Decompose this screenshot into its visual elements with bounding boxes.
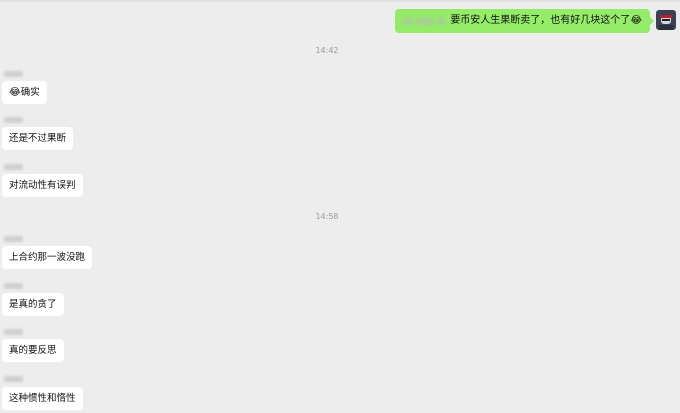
outgoing-message-row: 要币安人生果断卖了，也有好几块这个了 😂	[395, 9, 676, 33]
incoming-message-bubble[interactable]: 还是不过果断	[2, 127, 74, 150]
redacted-text	[437, 17, 446, 25]
incoming-message-bubble[interactable]: 真的要反思	[2, 339, 64, 362]
redacted-text	[416, 17, 435, 25]
incoming-message-text: 这种惯性和惰性	[9, 393, 76, 404]
sender-name-redacted	[4, 117, 23, 123]
outgoing-message-bubble[interactable]: 要币安人生果断卖了，也有好几块这个了 😂	[395, 9, 654, 33]
message-timestamp: 14:58	[315, 212, 339, 221]
sender-name-redacted	[4, 376, 23, 382]
laughing-tears-emoji-icon: 😂	[9, 86, 21, 98]
sender-name-redacted	[4, 164, 23, 170]
incoming-message-bubble[interactable]: 这种惯性和惰性	[2, 387, 83, 410]
incoming-message-bubble[interactable]: 上合约那一波没跑	[2, 246, 93, 269]
sender-name-redacted	[4, 283, 23, 289]
ninja-avatar-icon[interactable]	[656, 10, 676, 30]
laughing-tears-emoji-icon: 😂	[630, 15, 642, 26]
incoming-message-text: 上合约那一波没跑	[9, 252, 86, 263]
incoming-message-text: 真的要反思	[9, 345, 57, 356]
outgoing-message-text: 要币安人生果断卖了，也有好几块这个了	[450, 15, 631, 26]
incoming-message-bubble[interactable]: 😂确实	[2, 81, 47, 104]
sender-name-redacted	[4, 236, 23, 242]
message-timestamp: 14:42	[315, 46, 339, 55]
chat-message-list[interactable]: 要币安人生果断卖了，也有好几块这个了 😂 14:42 😂确实 还是不过果断 对流…	[0, 0, 680, 413]
incoming-message-text: 还是不过果断	[9, 133, 67, 144]
sender-name-redacted	[4, 329, 23, 335]
incoming-message-text: 是真的贪了	[9, 299, 57, 310]
incoming-message-text: 对流动性有误判	[9, 180, 76, 191]
incoming-message-bubble[interactable]: 是真的贪了	[2, 293, 64, 316]
incoming-message-text: 确实	[20, 87, 40, 98]
redacted-text	[403, 17, 414, 25]
incoming-message-bubble[interactable]: 对流动性有误判	[2, 174, 83, 197]
sender-name-redacted	[4, 71, 23, 77]
